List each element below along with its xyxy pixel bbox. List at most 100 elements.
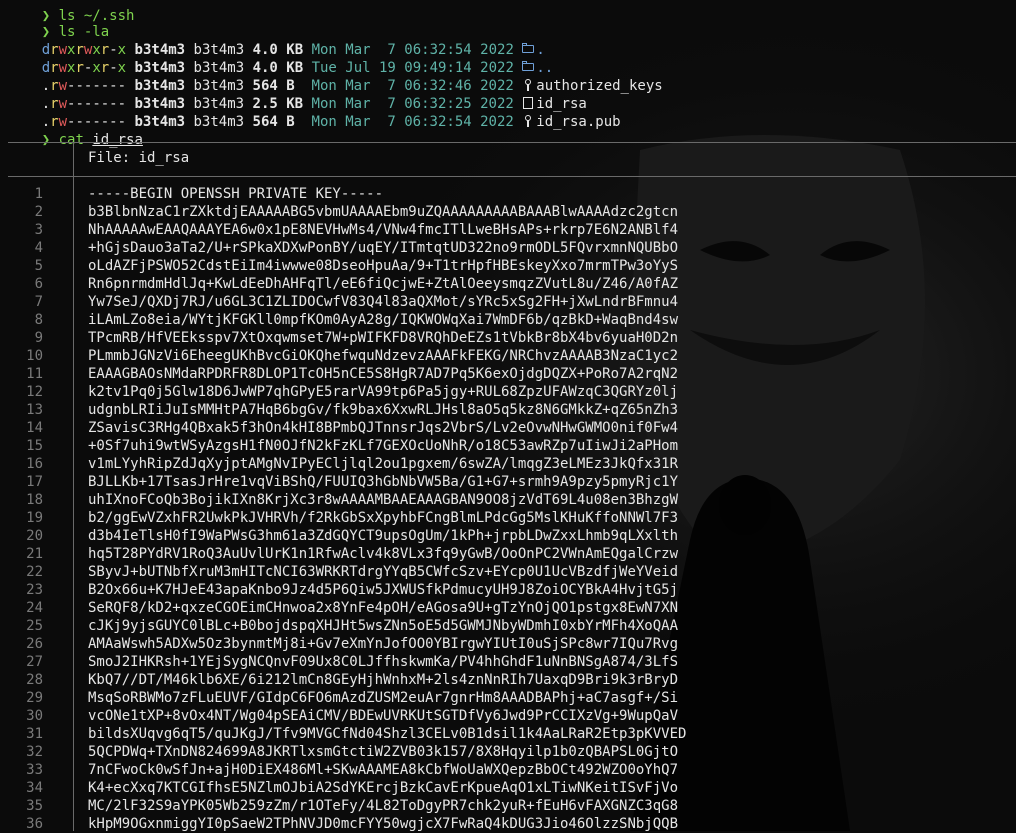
code-line: 4 +hGjsDauo3aTa2/U+rSPkaXDXwPonBY/uqEY/IT… (0, 239, 1016, 257)
code-text: KbQ7//DT/M46klb6XE/6i212lmCn8GEyHjhWnhxM… (88, 672, 679, 688)
code-line: 18 uhIXnoFCoQb3BojikIXn8KrjXc3r8wAAAAMBAA… (0, 491, 1016, 509)
listing-row: .rw------- b3t4m3 b3t4m3 2.5 KB Mon Mar … (8, 77, 587, 112)
code-text: SeRQF8/kD2+qxzeCGOEimCHnwoa2x8YnFe4pOH/e… (88, 600, 679, 616)
code-line: 34 K4+ecXxq7KTCGIfhsE5NZlmOJbiA2SdYKErcjB… (0, 779, 1016, 797)
line-number: 28 (26, 672, 43, 688)
code-line: 29 MsqSoRBWMo7zFLuEUVF/GIdpC6FO6mAzdZUSM2… (0, 689, 1016, 707)
code-text: B2Ox66u+K7HJeE43apaKnbo9Jz4d5P6Qiw5JXWUS… (88, 582, 679, 598)
line-number: 7 (34, 294, 43, 310)
code-line: 33 7nCFwoCk0wSfJn+ajH0DiEX486Ml+SKwAAAMEA… (0, 761, 1016, 779)
code-text: b3BlbnNzaC1rZXktdjEAAAAABG5vbmUAAAAEbm9u… (88, 204, 679, 220)
code-line: 23 B2Ox66u+K7HJeE43apaKnbo9Jz4d5P6Qiw5JXW… (0, 581, 1016, 599)
prompt-symbol: ❯ (41, 132, 51, 148)
line-number: 4 (34, 240, 43, 256)
line-number: 18 (26, 492, 43, 508)
code-line: 6 Rn6pnrmdmHdlJq+KwLdEeDhAHFqTl/eE6fiQcjw… (0, 275, 1016, 293)
code-text: +0Sf7uhi9wtWSyAzgsH1fN0OJfN2kFzKLf7GEXOc… (88, 438, 679, 454)
line-number: 33 (26, 762, 43, 778)
code-line: 21 hq5T28PYdRV1RoQ3AuUvlUrK1n1RfwAclv4k8V… (0, 545, 1016, 563)
code-line: 36 kHpM9OGxnmiggYI0pSaeW2TPhNVJD0mcFYY50w… (0, 815, 1016, 833)
code-text: bildsXUqvg6qT5/quJKgJ/Tfv9MVGCfNd04Shzl3… (88, 726, 687, 742)
code-text: MsqSoRBWMo7zFLuEUVF/GIdpC6FO6mAzdZUSM2eu… (88, 690, 679, 706)
line-number: 10 (26, 348, 43, 364)
line-number: 36 (26, 816, 43, 832)
line-number: 9 (34, 330, 43, 346)
command-line-ls: ❯ ls -la (8, 5, 109, 40)
code-text: cJKj9yjsGUYC0lBLc+B0bojdspqXHJHt5wsZNn5o… (88, 618, 679, 634)
command-line-cat: ❯ cat id_rsa (8, 113, 143, 148)
code-line: 14 ZSavisC3RHg4QBxak5f3hOn4kHI8BPmbQJTnns… (0, 419, 1016, 437)
line-number: 25 (26, 618, 43, 634)
code-line: 24 SeRQF8/kD2+qxzeCGOEimCHnwoa2x8YnFe4pOH… (0, 599, 1016, 617)
line-number: 23 (26, 582, 43, 598)
line-number: 32 (26, 744, 43, 760)
code-text: hq5T28PYdRV1RoQ3AuUvlUrK1n1RfwAclv4k8VLx… (88, 546, 679, 562)
code-line: 2 b3BlbnNzaC1rZXktdjEAAAAABG5vbmUAAAAEbm9… (0, 203, 1016, 221)
line-number: 16 (26, 456, 43, 472)
code-line: 32 5QCPDWq+TXnDN824699A8JKRTlxsmGtctiW2ZV… (0, 743, 1016, 761)
code-text: AMAaWswh5ADXw5Oz3bynmtMj8i+Gv7eXmYnJofOO… (88, 636, 679, 652)
date: Mon Mar 7 06:32:54 2022 (311, 114, 514, 130)
code-text: PLmmbJGNzVi6EheegUKhBvcGiOKQhefwquNdzevz… (88, 348, 679, 364)
code-line: 27 SmoJ2IHKRsh+1YEjSygNCQnvF09Ux8C0LJffhs… (0, 653, 1016, 671)
code-text: udgnbLRIiJuIsMMHtPA7HqB6bgGv/fk9bax6XxwR… (88, 402, 679, 418)
listing-row: drwxrwxr-x b3t4m3 b3t4m3 4.0 KB Mon Mar … (8, 23, 545, 58)
line-number: 8 (34, 312, 43, 328)
code-text: -----BEGIN OPENSSH PRIVATE KEY----- (88, 186, 384, 202)
line-number: 20 (26, 528, 43, 544)
code-line: 9 TPcmRB/HfVEEksspv7XtOxqwmset7W+pWIFKFD8… (0, 329, 1016, 347)
code-line: 35 MC/2lF32S9aYPK05Wb259zZm/r1OTeFy/4L82T… (0, 797, 1016, 815)
code-text: uhIXnoFCoQb3BojikIXn8KrjXc3r8wAAAAMBAAEA… (88, 492, 679, 508)
line-number: 3 (34, 222, 43, 238)
code-text: EAAAGBAOsNMdaRPDRFR8DLOP1TcOH5nCE5S8HgR7… (88, 366, 679, 382)
code-line: 16 v1mLYyhRipZdJqXyjptAMgNvIPyECljlql2ou1… (0, 455, 1016, 473)
code-line: 11 EAAAGBAOsNMdaRPDRFR8DLOP1TcOH5nCE5S8Hg… (0, 365, 1016, 383)
file-header-label: File: id_rsa (88, 150, 190, 166)
line-number: 17 (26, 474, 43, 490)
file-name[interactable]: id_rsa.pub (536, 114, 620, 130)
code-line: 13 udgnbLRIiJuIsMMHtPA7HqB6bgGv/fk9bax6Xx… (0, 401, 1016, 419)
command-argument[interactable]: id_rsa (92, 132, 143, 148)
code-line: 1 -----BEGIN OPENSSH PRIVATE KEY----- (0, 185, 1016, 203)
group: b3t4m3 (193, 114, 245, 130)
line-number: 6 (34, 276, 43, 292)
bat-header-border (8, 176, 1016, 177)
code-text: iLAmLZo8eia/WYtjKFGKll0mpfKOm0AyA28g/IQK… (88, 312, 679, 328)
code-text: d3b4IeTlsH0fI9WaPWsG3hm61a3ZdGQYCT9upsOg… (88, 528, 679, 544)
code-line: 25 cJKj9yjsGUYC0lBLc+B0bojdspqXHJHt5wsZNn… (0, 617, 1016, 635)
command-text: cat (58, 132, 84, 148)
line-number: 30 (26, 708, 43, 724)
code-text: Yw7SeJ/QXDj7RJ/u6GL3C1ZLIDOCwfV83Q4l83aQ… (88, 294, 679, 310)
line-number: 13 (26, 402, 43, 418)
code-line: 28 KbQ7//DT/M46klb6XE/6i212lmCn8GEyHjhWnh… (0, 671, 1016, 689)
line-number: 22 (26, 564, 43, 580)
code-line: 3 NhAAAAAwEAAQAAAYEA6w0x1pE8NEVHwMs4/VNw4… (0, 221, 1016, 239)
code-text: ZSavisC3RHg4QBxak5f3hOn4kHI8BPmbQJTnnsrJ… (88, 420, 679, 436)
code-line: 20 d3b4IeTlsH0fI9WaPWsG3hm61a3ZdGQYCT9ups… (0, 527, 1016, 545)
code-text: 7nCFwoCk0wSfJn+ajH0DiEX486Ml+SKwAAAMEA8k… (88, 762, 679, 778)
code-text: oLdAZFjPSWO52CdstEiIm4iwwwe08DseoHpuAa/9… (88, 258, 679, 274)
code-text: k2tv1Pq0j5Glw18D6JwWP7qhGPyE5rarVA99tp6P… (88, 384, 679, 400)
line-number: 26 (26, 636, 43, 652)
code-text: kHpM9OGxnmiggYI0pSaeW2TPhNVJD0mcFYY50wgj… (88, 816, 679, 832)
terminal-window[interactable]: ❯ ls ~/.ssh ❯ ls -la drwxrwxr-x b3t4m3 b… (0, 0, 1016, 833)
code-text: SmoJ2IHKRsh+1YEjSygNCQnvF09Ux8C0LJffhskw… (88, 654, 679, 670)
code-line: 19 b2/ggEwVZxhFR2UwkPkJVHRVh/f2RkGbSxXpyh… (0, 509, 1016, 527)
listing-row: .rw------- b3t4m3 b3t4m3 564 B Mon Mar 7… (8, 95, 621, 130)
line-number: 12 (26, 384, 43, 400)
line-number: 24 (26, 600, 43, 616)
code-text: TPcmRB/HfVEEksspv7XtOxqwmset7W+pWIFKFD8V… (88, 330, 679, 346)
code-text: Rn6pnrmdmHdlJq+KwLdEeDhAHFqTl/eE6fiQcjwE… (88, 276, 679, 292)
line-number: 34 (26, 780, 43, 796)
line-number: 29 (26, 690, 43, 706)
code-text: NhAAAAAwEAAQAAAYEA6w0x1pE8NEVHwMs4/VNw4f… (88, 222, 679, 238)
line-number: 11 (26, 366, 43, 382)
code-text: 5QCPDWq+TXnDN824699A8JKRTlxsmGtctiW2ZVB0… (88, 744, 679, 760)
line-number: 35 (26, 798, 43, 814)
code-text: SByvJ+bUTNbfXruM3mHITcNCI63WRKRTdrgYYqB5… (88, 564, 679, 580)
listing-row: drwxr-xr-x b3t4m3 b3t4m3 4.0 KB Tue Jul … (8, 41, 553, 76)
line-number: 14 (26, 420, 43, 436)
bat-top-border (8, 142, 1016, 143)
code-text: K4+ecXxq7KTCGIfhsE5NZlmOJbiA2SdYKErcjBzk… (88, 780, 679, 796)
code-text: v1mLYyhRipZdJqXyjptAMgNvIPyECljlql2ou1pg… (88, 456, 679, 472)
